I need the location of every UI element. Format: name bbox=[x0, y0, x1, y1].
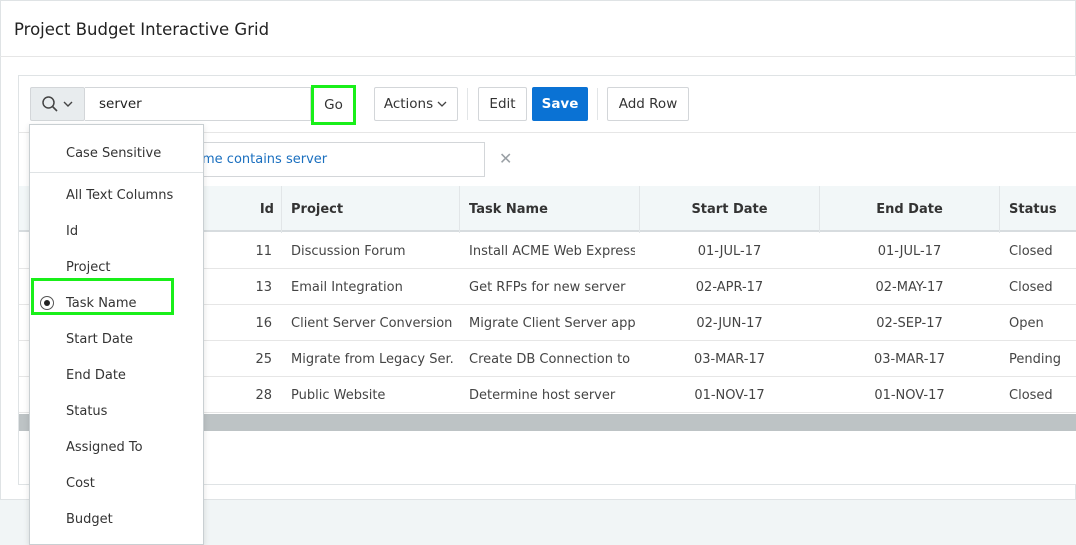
menu-item-project[interactable]: Project bbox=[30, 252, 203, 282]
filter-chip-label: me contains server bbox=[202, 152, 328, 167]
menu-item-label: Assigned To bbox=[66, 439, 143, 455]
menu-item-start-date[interactable]: Start Date bbox=[30, 324, 203, 354]
menu-item-label: Budget bbox=[66, 511, 113, 527]
menu-item-task-name[interactable]: Task Name bbox=[30, 288, 203, 318]
search-icon bbox=[42, 96, 58, 112]
toolbar-separator bbox=[467, 88, 468, 120]
chevron-down-icon bbox=[63, 101, 73, 107]
cell-end-date[interactable]: 01-JUL-17 bbox=[820, 233, 999, 269]
menu-item-budget[interactable]: Budget bbox=[30, 504, 203, 534]
cell-status[interactable]: Closed bbox=[1009, 269, 1076, 305]
cell-status[interactable]: Open bbox=[1009, 305, 1076, 341]
cell-start-date[interactable]: 01-JUL-17 bbox=[640, 233, 819, 269]
cell-id[interactable]: 13 bbox=[204, 269, 272, 305]
menu-item-label: Cost bbox=[66, 475, 95, 491]
menu-item-cost[interactable]: Cost bbox=[30, 468, 203, 498]
cell-project[interactable]: Client Server Conversion bbox=[291, 305, 453, 341]
search-column-menu: Case Sensitive All Text Columns Id Proje… bbox=[29, 124, 204, 545]
cell-end-date[interactable]: 02-MAY-17 bbox=[820, 269, 999, 305]
menu-item-label: Start Date bbox=[66, 331, 133, 347]
cell-task-name[interactable]: Install ACME Web Express... bbox=[469, 233, 635, 269]
column-header-id[interactable]: Id bbox=[204, 186, 274, 232]
title-divider bbox=[0, 56, 1076, 57]
column-header-status[interactable]: Status bbox=[1009, 186, 1076, 232]
cell-project[interactable]: Public Website bbox=[291, 377, 453, 413]
menu-item-end-date[interactable]: End Date bbox=[30, 360, 203, 390]
cell-start-date[interactable]: 02-APR-17 bbox=[640, 269, 819, 305]
menu-item-status[interactable]: Status bbox=[30, 396, 203, 426]
column-header-task-name[interactable]: Task Name bbox=[469, 186, 629, 232]
column-header-project[interactable]: Project bbox=[291, 186, 451, 232]
menu-item-label: Case Sensitive bbox=[66, 145, 162, 161]
column-header-end-date[interactable]: End Date bbox=[820, 186, 999, 232]
menu-item-label: Task Name bbox=[66, 295, 137, 311]
add-row-button[interactable]: Add Row bbox=[607, 87, 689, 121]
menu-item-label: End Date bbox=[66, 367, 126, 383]
cell-end-date[interactable]: 02-SEP-17 bbox=[820, 305, 999, 341]
menu-item-all-text-columns[interactable]: All Text Columns bbox=[30, 180, 203, 210]
cell-start-date[interactable]: 01-NOV-17 bbox=[640, 377, 819, 413]
cell-project[interactable]: Email Integration bbox=[291, 269, 453, 305]
radio-selected-icon bbox=[40, 296, 54, 310]
search-input[interactable]: server bbox=[85, 87, 311, 121]
column-header-start-date[interactable]: Start Date bbox=[640, 186, 819, 232]
menu-item-label: All Text Columns bbox=[66, 187, 174, 203]
toolbar-separator bbox=[597, 88, 598, 120]
menu-item-label: Project bbox=[66, 259, 111, 275]
menu-item-label: Status bbox=[66, 403, 108, 419]
cell-id[interactable]: 25 bbox=[204, 341, 272, 377]
actions-menu-button[interactable]: Actions bbox=[374, 87, 458, 121]
cell-project[interactable]: Discussion Forum bbox=[291, 233, 453, 269]
save-button[interactable]: Save bbox=[532, 87, 588, 121]
search-column-button[interactable] bbox=[30, 87, 85, 121]
cell-task-name[interactable]: Get RFPs for new server bbox=[469, 269, 635, 305]
edit-button[interactable]: Edit bbox=[478, 87, 527, 121]
cell-start-date[interactable]: 02-JUN-17 bbox=[640, 305, 819, 341]
cell-status[interactable]: Pending bbox=[1009, 341, 1076, 377]
menu-item-assigned-to[interactable]: Assigned To bbox=[30, 432, 203, 462]
cell-status[interactable]: Closed bbox=[1009, 377, 1076, 413]
go-button[interactable]: Go bbox=[311, 85, 356, 125]
page-title: Project Budget Interactive Grid bbox=[14, 20, 270, 39]
filter-chip[interactable]: me contains server bbox=[198, 142, 485, 177]
cell-task-name[interactable]: Determine host server bbox=[469, 377, 635, 413]
menu-item-id[interactable]: Id bbox=[30, 216, 203, 246]
cell-id[interactable]: 28 bbox=[204, 377, 272, 413]
chevron-down-icon bbox=[437, 101, 447, 107]
menu-divider bbox=[30, 172, 203, 173]
cell-task-name[interactable]: Create DB Connection to ... bbox=[469, 341, 635, 377]
cell-status[interactable]: Closed bbox=[1009, 233, 1076, 269]
cell-id[interactable]: 16 bbox=[204, 305, 272, 341]
actions-label: Actions bbox=[383, 96, 434, 112]
cell-id[interactable]: 11 bbox=[204, 233, 272, 269]
cell-end-date[interactable]: 01-NOV-17 bbox=[820, 377, 999, 413]
filter-remove-icon[interactable]: ✕ bbox=[499, 149, 512, 168]
cell-start-date[interactable]: 03-MAR-17 bbox=[640, 341, 819, 377]
cell-project[interactable]: Migrate from Legacy Ser... bbox=[291, 341, 453, 377]
cell-task-name[interactable]: Migrate Client Server app... bbox=[469, 305, 635, 341]
menu-item-case-sensitive[interactable]: Case Sensitive bbox=[30, 138, 203, 168]
cell-end-date[interactable]: 03-MAR-17 bbox=[820, 341, 999, 377]
menu-item-label: Id bbox=[66, 223, 79, 239]
